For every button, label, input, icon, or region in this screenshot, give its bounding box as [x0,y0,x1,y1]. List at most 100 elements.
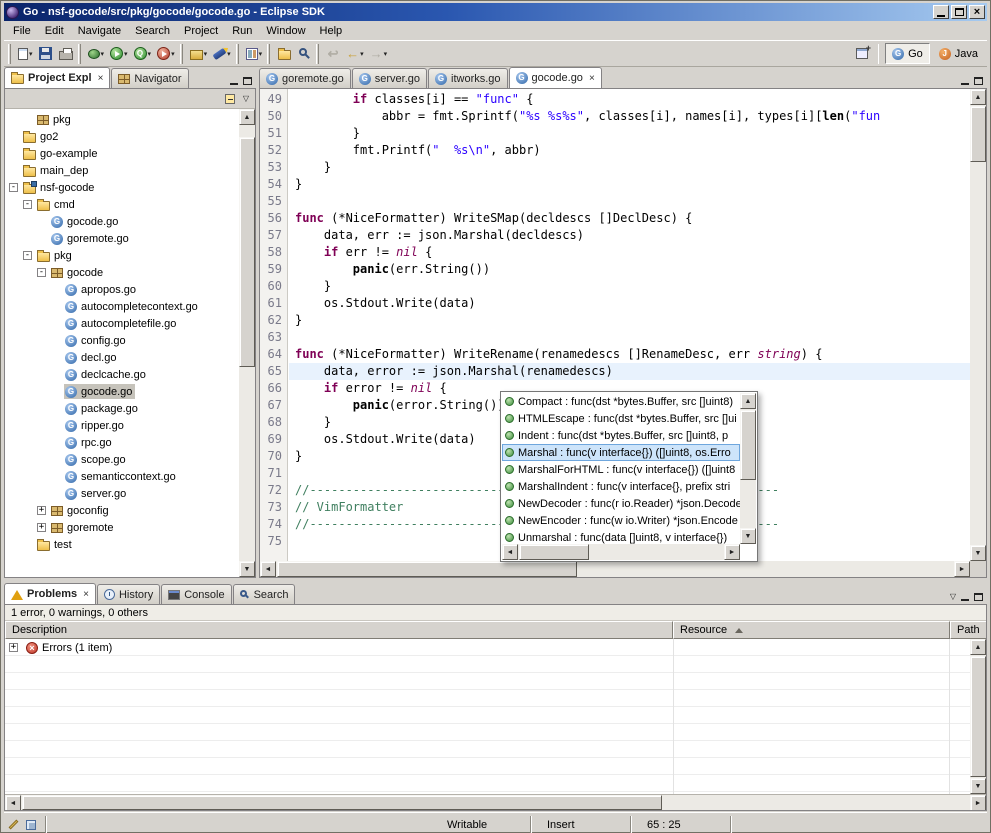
tree-item-go-example[interactable]: go-example [5,145,239,162]
tree-item-nsf-gocode[interactable]: -nsf-gocode [5,179,239,196]
dropdown-arrow-icon[interactable]: ▾ [171,50,175,58]
scroll-left-icon[interactable]: ◄ [260,561,276,577]
new-wizard-button[interactable]: ▾ [15,43,36,65]
menu-edit[interactable]: Edit [38,23,71,39]
tree-item-apropos.go[interactable]: apropos.go [5,281,239,298]
code-line-59[interactable]: panic(err.String()) [289,261,970,278]
editor-vertical-scrollbar[interactable]: ▲ ▼ [970,89,986,561]
editor-horizontal-scrollbar[interactable]: ◄ ► [260,561,970,577]
minimize-button[interactable] [933,5,949,19]
tree-item-goconfig[interactable]: +goconfig [5,502,239,519]
column-divider[interactable] [673,639,674,794]
toolbar-handle[interactable] [78,44,81,64]
tree-item-autocompletecontext.go[interactable]: autocompletecontext.go [5,298,239,315]
editor-tab-gocode.go[interactable]: gocode.go× [509,67,602,88]
scrollbar-thumb[interactable] [970,106,986,162]
open-type-button[interactable]: ▾ [243,43,266,65]
external-tools-button[interactable]: ▾ [154,43,178,65]
editor-tab-server.go[interactable]: server.go [352,68,427,88]
print-button[interactable] [56,43,76,65]
toolbar-handle[interactable] [316,44,319,64]
problems-horizontal-scrollbar[interactable]: ◄ ► [5,794,986,810]
code-line-56[interactable]: func (*NiceFormatter) WriteSMap(decldesc… [289,210,970,227]
scroll-down-icon[interactable]: ▼ [970,545,986,561]
dropdown-arrow-icon[interactable]: ▾ [148,50,152,58]
menu-file[interactable]: File [6,23,38,39]
menu-navigate[interactable]: Navigate [71,23,128,39]
code-line-62[interactable]: } [289,312,970,329]
status-plugin-button[interactable] [22,816,40,833]
dropdown-arrow-icon[interactable]: ▾ [259,50,263,58]
minimize-view-icon[interactable] [230,77,238,85]
minus-expander-icon[interactable]: - [9,183,18,192]
tab-project-explorer[interactable]: Project Expl × [4,67,110,88]
maximize-editor-icon[interactable] [974,77,983,85]
code-line-60[interactable]: } [289,278,970,295]
minus-expander-icon[interactable]: - [23,200,32,209]
save-button[interactable] [36,43,56,65]
back-button[interactable]: ←▾ [343,43,367,65]
code-line-65[interactable]: data, error := json.Marshal(renamedescs) [289,363,970,380]
scrollbar-thumb[interactable] [519,544,589,560]
problems-vertical-scrollbar[interactable]: ▲ ▼ [970,639,986,794]
assist-horizontal-scrollbar[interactable]: ◄ ► [502,544,740,560]
menu-search[interactable]: Search [128,23,177,39]
code-line-51[interactable]: } [289,125,970,142]
perspective-go-button[interactable]: Go [885,43,930,64]
code-line-58[interactable]: if err != nil { [289,244,970,261]
search-glass-button[interactable] [294,43,314,65]
scrollbar-thumb[interactable] [239,137,255,367]
code-line-61[interactable]: os.Stdout.Write(data) [289,295,970,312]
column-path[interactable]: Path [950,621,987,639]
tree-item-semanticcontext.go[interactable]: semanticcontext.go [5,468,239,485]
tab-navigator[interactable]: Navigator [111,68,188,88]
scroll-right-icon[interactable]: ► [954,561,970,577]
minimize-editor-icon[interactable] [961,77,969,85]
tree-item-rpc.go[interactable]: rpc.go [5,434,239,451]
assist-item[interactable]: MarshalForHTML : func(v interface{}) ([]… [502,461,740,478]
tree-item-ripper.go[interactable]: ripper.go [5,417,239,434]
perspective-java-button[interactable]: Java [932,43,985,64]
menu-help[interactable]: Help [313,23,350,39]
tree-item-config.go[interactable]: config.go [5,332,239,349]
close-view-icon[interactable]: × [98,73,104,84]
assist-item[interactable]: HTMLEscape : func(dst *bytes.Buffer, src… [502,410,740,427]
code-line-54[interactable]: } [289,176,970,193]
tree-item-gocode.go[interactable]: gocode.go [5,383,239,400]
dropdown-arrow-icon[interactable]: ▾ [204,50,208,58]
minus-expander-icon[interactable]: - [23,251,32,260]
view-menu-icon[interactable]: ▽ [243,94,249,103]
toolbar-handle[interactable] [267,44,270,64]
toolbar-handle[interactable] [236,44,239,64]
new-package-button[interactable]: ▾ [187,43,211,65]
problems-row[interactable]: +Errors (1 item) [5,639,986,656]
code-line-52[interactable]: fmt.Printf(" %s\n", abbr) [289,142,970,159]
view-tab-console[interactable]: Console [161,584,231,604]
code-line-53[interactable]: } [289,159,970,176]
assist-item[interactable]: Unmarshal : func(data []uint8, v interfa… [502,529,740,544]
tree-item-goremote[interactable]: +goremote [5,519,239,536]
maximize-view-icon[interactable] [243,77,252,85]
view-tab-problems[interactable]: Problems× [4,583,96,604]
plus-expander-icon[interactable]: + [9,643,18,652]
assist-item[interactable]: Indent : func(dst *bytes.Buffer, src []u… [502,427,740,444]
close-button[interactable]: × [969,5,985,19]
scrollbar-thumb[interactable] [970,656,986,777]
tree-item-pkg[interactable]: pkg [5,111,239,128]
tree-item-main_dep[interactable]: main_dep [5,162,239,179]
search-toolbar-button[interactable]: ▾ [210,43,234,65]
scroll-down-icon[interactable]: ▼ [970,778,986,794]
toolbar-handle[interactable] [8,44,11,64]
close-view-icon[interactable]: × [83,589,89,600]
task-folder-button[interactable] [274,43,294,65]
scroll-up-icon[interactable]: ▲ [239,109,255,125]
tree-item-test[interactable]: test [5,536,239,553]
assist-item[interactable]: NewDecoder : func(r io.Reader) *json.Dec… [502,495,740,512]
tree-item-gocode[interactable]: -gocode [5,264,239,281]
column-description[interactable]: Description [5,621,673,639]
debug-button[interactable]: ▾ [85,43,108,65]
code-line-50[interactable]: abbr = fmt.Sprintf("%s %s%s", classes[i]… [289,108,970,125]
fast-view-button[interactable] [4,816,22,833]
code-line-49[interactable]: if classes[i] == "func" { [289,91,970,108]
close-tab-icon[interactable]: × [589,73,595,84]
